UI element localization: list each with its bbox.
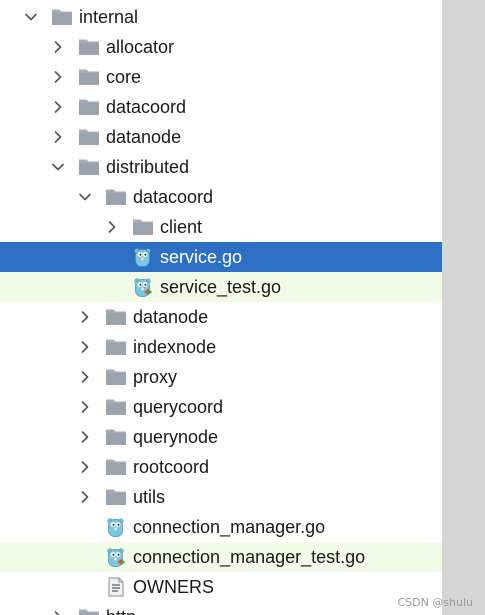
folder-icon bbox=[105, 306, 127, 328]
tree-item-label: internal bbox=[79, 7, 139, 27]
tree-item-label: client bbox=[160, 217, 203, 237]
folder-icon bbox=[105, 366, 127, 388]
tree-file-row[interactable]: service_test.go bbox=[0, 272, 442, 302]
tree-file-row[interactable]: connection_manager_test.go bbox=[0, 542, 442, 572]
tree-item-label: connection_manager_test.go bbox=[133, 547, 366, 567]
tree-folder-row[interactable]: rootcoord bbox=[0, 452, 442, 482]
tree-folder-row[interactable]: querynode bbox=[0, 422, 442, 452]
tree-folder-row[interactable]: datanode bbox=[0, 302, 442, 332]
tree-item-label: OWNERS bbox=[133, 577, 214, 597]
tree-folder-row[interactable]: distributed bbox=[0, 152, 442, 182]
tree-folder-row[interactable]: datacoord bbox=[0, 182, 442, 212]
tree-folder-row[interactable]: indexnode bbox=[0, 332, 442, 362]
folder-icon bbox=[78, 606, 100, 615]
tree-item-label: distributed bbox=[106, 157, 190, 177]
chevron-right-icon[interactable] bbox=[50, 39, 66, 55]
tree-item-label: datacoord bbox=[133, 187, 214, 207]
folder-icon bbox=[105, 426, 127, 448]
tree-file-row[interactable]: OWNERS bbox=[0, 572, 442, 602]
chevron-right-icon[interactable] bbox=[77, 369, 93, 385]
chevron-right-icon[interactable] bbox=[77, 339, 93, 355]
tree-item-label: querycoord bbox=[133, 397, 224, 417]
tree-item-label: core bbox=[106, 67, 142, 87]
tree-item-label: service.go bbox=[160, 247, 243, 267]
tree-folder-row[interactable]: proxy bbox=[0, 362, 442, 392]
go-test-file-icon bbox=[105, 546, 127, 568]
project-tree: internal allocator core datacoord datanode di… bbox=[0, 0, 442, 615]
tree-item-label: service_test.go bbox=[160, 277, 282, 297]
tree-folder-row[interactable]: utils bbox=[0, 482, 442, 512]
chevron-right-icon[interactable] bbox=[77, 309, 93, 325]
folder-icon bbox=[105, 396, 127, 418]
text-file-icon bbox=[105, 576, 127, 598]
tree-item-label: allocator bbox=[106, 37, 175, 57]
folder-icon bbox=[78, 126, 100, 148]
tree-folder-row[interactable]: datacoord bbox=[0, 92, 442, 122]
go-file-icon bbox=[105, 516, 127, 538]
tree-folder-row[interactable]: http bbox=[0, 602, 442, 615]
folder-icon bbox=[78, 36, 100, 58]
tree-item-label: datanode bbox=[106, 127, 182, 147]
tree-item-label: datanode bbox=[133, 307, 209, 327]
tree-item-label: connection_manager.go bbox=[133, 517, 326, 537]
watermark: CSDN @shulu bbox=[397, 596, 473, 609]
tree-item-label: proxy bbox=[133, 367, 178, 387]
tree-folder-row[interactable]: core bbox=[0, 62, 442, 92]
folder-icon bbox=[78, 66, 100, 88]
folder-icon bbox=[78, 96, 100, 118]
tree-item-label: http bbox=[106, 606, 136, 615]
go-test-file-icon bbox=[132, 276, 154, 298]
folder-icon bbox=[105, 456, 127, 478]
chevron-right-icon[interactable] bbox=[77, 429, 93, 445]
tree-item-label: utils bbox=[133, 487, 166, 507]
folder-icon bbox=[132, 216, 154, 238]
chevron-right-icon[interactable] bbox=[77, 399, 93, 415]
chevron-down-icon[interactable] bbox=[77, 189, 93, 205]
tree-folder-row[interactable]: querycoord bbox=[0, 392, 442, 422]
chevron-down-icon[interactable] bbox=[23, 9, 39, 25]
chevron-right-icon[interactable] bbox=[50, 99, 66, 115]
tree-folder-row[interactable]: internal bbox=[0, 2, 442, 32]
folder-icon bbox=[105, 486, 127, 508]
tree-file-row[interactable]: connection_manager.go bbox=[0, 512, 442, 542]
tree-item-label: rootcoord bbox=[133, 457, 210, 477]
chevron-down-icon[interactable] bbox=[50, 159, 66, 175]
tree-item-label: datacoord bbox=[106, 97, 187, 117]
chevron-right-icon[interactable] bbox=[77, 459, 93, 475]
tree-folder-row[interactable]: client bbox=[0, 212, 442, 242]
tree-folder-row[interactable]: datanode bbox=[0, 122, 442, 152]
folder-icon bbox=[78, 156, 100, 178]
chevron-right-icon[interactable] bbox=[77, 489, 93, 505]
scrollbar[interactable] bbox=[442, 0, 485, 615]
chevron-right-icon[interactable] bbox=[50, 69, 66, 85]
go-file-icon bbox=[132, 246, 154, 268]
folder-icon bbox=[105, 336, 127, 358]
tree-file-row[interactable]: service.go bbox=[0, 242, 442, 272]
folder-icon bbox=[105, 186, 127, 208]
chevron-right-icon[interactable] bbox=[50, 129, 66, 145]
chevron-right-icon[interactable] bbox=[104, 219, 120, 235]
folder-icon bbox=[51, 6, 73, 28]
chevron-right-icon[interactable] bbox=[50, 609, 66, 615]
tree-item-label: indexnode bbox=[133, 337, 217, 357]
tree-folder-row[interactable]: allocator bbox=[0, 32, 442, 62]
tree-item-label: querynode bbox=[133, 427, 219, 447]
